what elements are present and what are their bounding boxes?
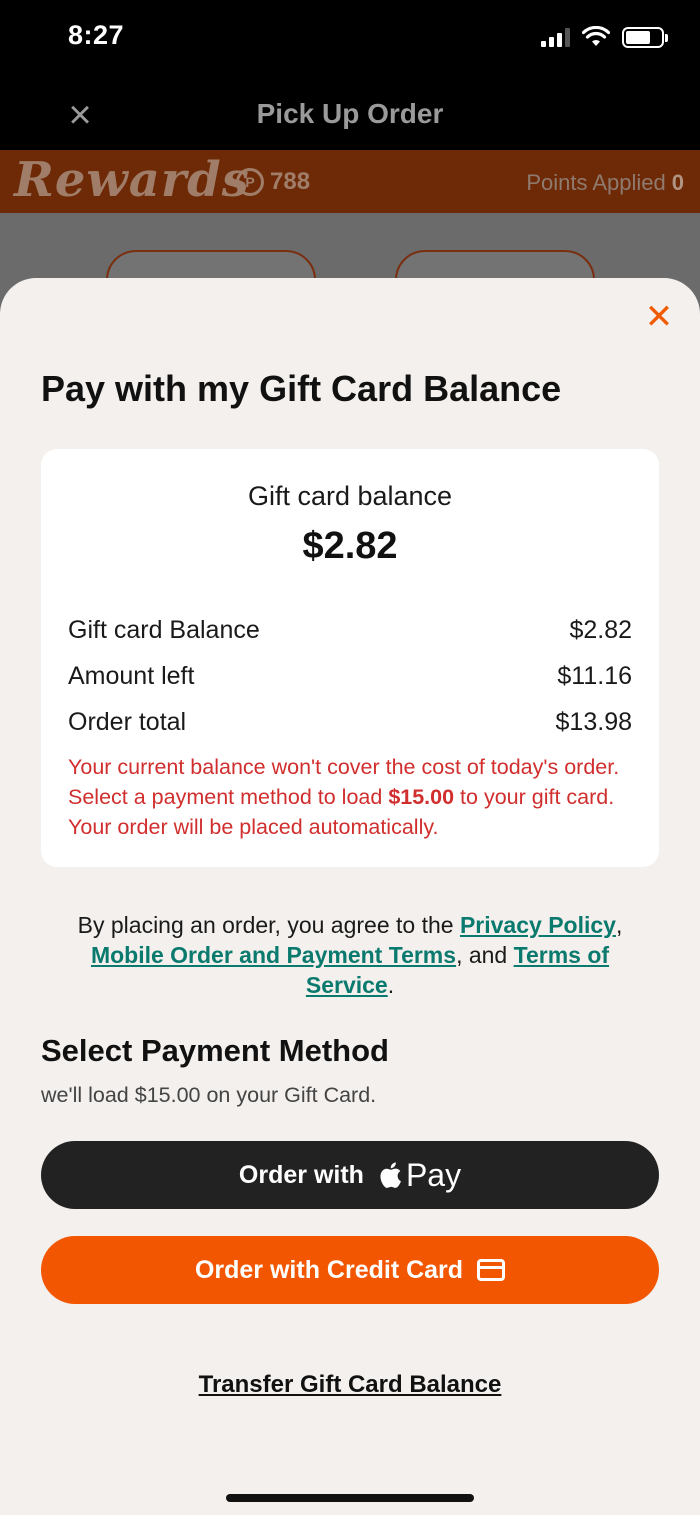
summary-row-value: $13.98 bbox=[555, 708, 632, 736]
page-title: Pick Up Order bbox=[256, 98, 444, 129]
transfer-gift-card-link[interactable]: Transfer Gift Card Balance bbox=[0, 1371, 700, 1399]
sheet-title: Pay with my Gift Card Balance bbox=[41, 368, 562, 409]
summary-row: Order total $13.98 bbox=[68, 708, 632, 737]
payment-method-title: Select Payment Method bbox=[41, 1033, 389, 1068]
legal-text: By placing an order, you agree to the Pr… bbox=[50, 910, 650, 1000]
apple-pay-brand: Pay bbox=[405, 1156, 462, 1193]
summary-row-value: $2.82 bbox=[569, 616, 632, 644]
privacy-policy-link[interactable]: Privacy Policy bbox=[460, 912, 616, 938]
balance-card: Gift card balance $2.82 Gift card Balanc… bbox=[41, 449, 659, 867]
points-icon: P bbox=[236, 168, 264, 196]
warning-amount: $15.00 bbox=[388, 785, 455, 809]
summary-row-value: $11.16 bbox=[557, 662, 632, 690]
rewards-logo: Rewards bbox=[14, 152, 250, 208]
apple-pay-mark: Pay bbox=[378, 1157, 461, 1194]
apple-pay-button[interactable]: Order with Pay bbox=[41, 1141, 659, 1209]
legal-suffix: . bbox=[387, 972, 395, 998]
cellular-signal-icon bbox=[541, 27, 570, 47]
gift-card-sheet: ✕ Pay with my Gift Card Balance Gift car… bbox=[0, 278, 700, 1515]
points-applied: Points Applied 0 bbox=[526, 170, 684, 196]
summary-row-label: Gift card Balance bbox=[68, 616, 260, 644]
status-icons bbox=[541, 26, 668, 48]
balance-amount: $2.82 bbox=[302, 525, 398, 567]
points-value: 788 bbox=[270, 168, 311, 195]
close-icon[interactable]: ✕ bbox=[644, 300, 674, 334]
legal-separator: , and bbox=[456, 942, 514, 968]
battery-icon bbox=[622, 26, 668, 48]
summary-row-label: Amount left bbox=[68, 662, 195, 690]
status-bar: 8:27 bbox=[0, 0, 700, 80]
credit-card-button[interactable]: Order with Credit Card bbox=[41, 1236, 659, 1304]
rewards-bar: Rewards P 788 Points Applied 0 bbox=[0, 150, 700, 213]
points-applied-label: Points Applied bbox=[526, 170, 666, 195]
summary-row: Gift card Balance $2.82 bbox=[68, 616, 632, 645]
summary-row-label: Order total bbox=[68, 708, 187, 736]
nav-header: × Pick Up Order bbox=[0, 80, 700, 150]
credit-card-icon bbox=[477, 1259, 506, 1281]
insufficient-balance-warning: Your current balance won't cover the cos… bbox=[68, 752, 637, 842]
legal-prefix: By placing an order, you agree to the bbox=[77, 912, 460, 938]
home-indicator bbox=[226, 1494, 474, 1502]
legal-separator: , bbox=[615, 912, 623, 938]
rewards-points: P 788 bbox=[236, 168, 310, 196]
apple-pay-label: Order with bbox=[238, 1160, 364, 1189]
balance-label: Gift card balance bbox=[247, 481, 453, 511]
payment-method-subtitle: we'll load $15.00 on your Gift Card. bbox=[41, 1083, 377, 1107]
points-applied-value: 0 bbox=[671, 170, 684, 195]
mobile-order-terms-link[interactable]: Mobile Order and Payment Terms bbox=[91, 942, 456, 968]
status-time: 8:27 bbox=[68, 20, 125, 50]
credit-card-label: Order with Credit Card bbox=[194, 1255, 464, 1284]
summary-row: Amount left $11.16 bbox=[68, 662, 632, 691]
wifi-icon bbox=[582, 26, 610, 46]
apple-logo-icon bbox=[380, 1162, 401, 1188]
